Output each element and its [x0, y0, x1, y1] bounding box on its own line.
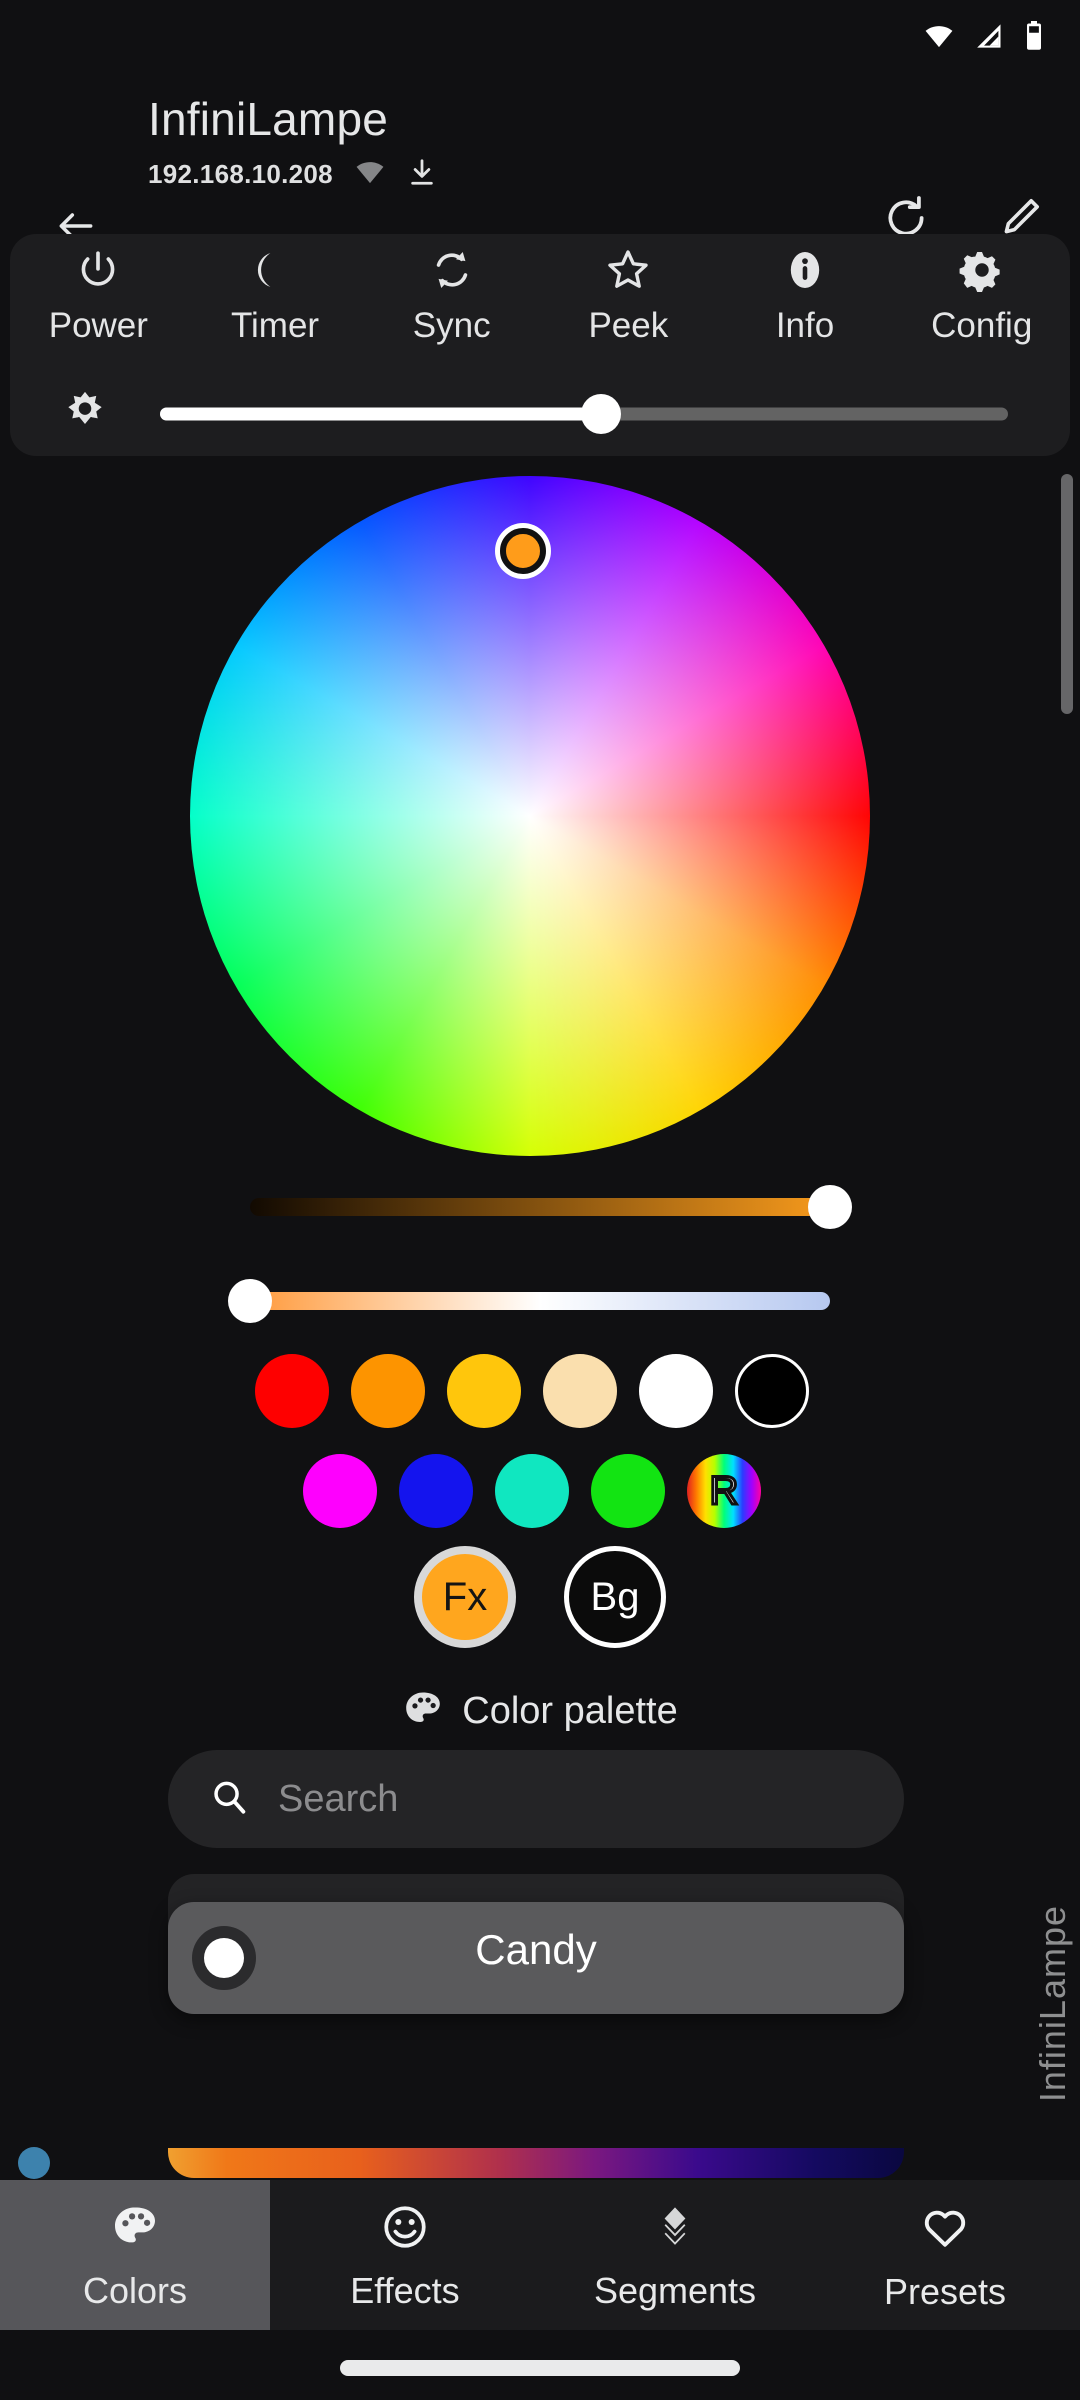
palette-gradient-preview: [168, 2148, 904, 2178]
sync-icon: [429, 244, 475, 296]
colors-panel: R Fx Bg Color palette Search Candy: [0, 466, 1080, 2186]
title-block: InfiniLampe 192.168.10.208: [148, 93, 437, 193]
toolbar-item-label: Info: [775, 306, 835, 345]
swatch-red[interactable]: [255, 1354, 329, 1428]
battery-icon: [1024, 21, 1044, 51]
heart-icon: [919, 2201, 971, 2258]
bg-slot-button[interactable]: Bg: [564, 1546, 666, 1648]
toolbar-item-sync[interactable]: Sync: [363, 244, 540, 343]
search-icon: [208, 1776, 250, 1823]
nav-item-label: Presets: [883, 2270, 1007, 2312]
layers-icon: [650, 2202, 700, 2257]
toolbar-item-label: Peek: [588, 306, 669, 345]
cellular-signal-icon: [974, 22, 1006, 50]
nav-item-segments[interactable]: Segments: [540, 2180, 810, 2330]
swatch-row-secondary: R: [303, 1454, 761, 1528]
swatch-turquoise[interactable]: [495, 1454, 569, 1528]
palette-list-item-candy[interactable]: Candy: [168, 1902, 904, 2014]
slider-thumb[interactable]: [580, 394, 621, 434]
palette-icon: [110, 2202, 160, 2257]
toolbar-item-power[interactable]: Power: [10, 244, 187, 343]
wifi-icon: [922, 22, 956, 50]
slider-track: [250, 1292, 830, 1310]
color-wheel[interactable]: [190, 476, 870, 1156]
slider-fill: [160, 407, 601, 421]
info-icon: [782, 244, 828, 296]
slider-thumb[interactable]: [808, 1185, 852, 1229]
swatch-random-label: R: [708, 1467, 740, 1514]
search-input[interactable]: Search: [278, 1778, 398, 1821]
app-bar: InfiniLampe 192.168.10.208: [0, 72, 1080, 239]
home-indicator: [340, 2360, 740, 2376]
nav-item-presets[interactable]: Presets: [810, 2180, 1080, 2330]
nav-item-effects[interactable]: Effects: [270, 2180, 540, 2330]
device-subtitle: 192.168.10.208: [148, 156, 437, 193]
swatch-row-primary: [255, 1354, 809, 1428]
toolbar-item-timer[interactable]: Timer: [187, 244, 364, 343]
swatch-green[interactable]: [591, 1454, 665, 1528]
brightness-slider[interactable]: [160, 391, 1008, 437]
gear-icon: [959, 244, 1005, 296]
device-toolbar: Power Timer Sync Peek Info Config: [10, 234, 1070, 456]
brightness-icon: [10, 389, 160, 439]
swatch-magenta[interactable]: [303, 1454, 377, 1528]
fx-slot-button[interactable]: Fx: [414, 1546, 516, 1648]
toolbar-item-label: Timer: [230, 306, 320, 345]
moon-icon: [252, 244, 298, 296]
toolbar-item-label: Power: [48, 306, 148, 345]
toolbar-item-peek[interactable]: Peek: [540, 244, 717, 343]
device-ip: 192.168.10.208: [148, 158, 333, 189]
value-slider[interactable]: [250, 1184, 852, 1230]
color-palette-title: Color palette: [462, 1690, 678, 1732]
nav-item-colors[interactable]: Colors: [0, 2180, 270, 2330]
scrollbar-thumb[interactable]: [1061, 474, 1073, 714]
swatch-amber[interactable]: [447, 1354, 521, 1428]
brand-watermark: InfiniLampe: [1032, 1905, 1073, 2103]
swatch-white[interactable]: [639, 1354, 713, 1428]
slot-buttons: Fx Bg: [0, 1546, 1080, 1648]
swatch-black[interactable]: [735, 1354, 809, 1428]
toolbar-items: Power Timer Sync Peek Info Config: [10, 244, 1070, 364]
toolbar-item-info[interactable]: Info: [717, 244, 894, 343]
star-icon: [604, 244, 652, 296]
app-screen: InfiniLampe 192.168.10.208 Power Timer S…: [0, 0, 1080, 2400]
page-title: InfiniLampe: [148, 93, 389, 145]
power-icon: [75, 244, 121, 296]
palette-name: Candy: [475, 1926, 597, 1973]
palette-search[interactable]: Search: [168, 1750, 904, 1848]
color-palette-header: Color palette: [0, 1688, 1080, 1735]
nav-item-label: Effects: [350, 2269, 460, 2311]
color-wheel-surface[interactable]: [190, 476, 870, 1156]
toolbar-item-config[interactable]: Config: [893, 244, 1070, 343]
slider-thumb[interactable]: [228, 1279, 272, 1323]
swatch-random[interactable]: R: [687, 1454, 761, 1528]
palette-icon: [402, 1688, 444, 1735]
drag-indicator-dot: [18, 2147, 50, 2179]
slider-track: [250, 1198, 830, 1216]
color-wheel-marker[interactable]: [500, 527, 547, 574]
smiley-icon: [380, 2202, 430, 2257]
brightness-row: [10, 384, 1070, 444]
nav-item-label: Segments: [593, 2269, 757, 2311]
swatch-peach[interactable]: [543, 1354, 617, 1428]
toolbar-item-label: Sync: [412, 306, 491, 345]
download-icon: [407, 156, 437, 193]
color-temperature-slider[interactable]: [228, 1278, 830, 1324]
wifi-icon: [353, 158, 387, 191]
bottom-navigation: Colors Effects Segments Presets: [0, 2180, 1080, 2330]
status-bar: [0, 0, 1080, 72]
toolbar-item-label: Config: [931, 306, 1033, 345]
swatch-orange[interactable]: [351, 1354, 425, 1428]
nav-item-label: Colors: [82, 2269, 188, 2311]
swatch-blue[interactable]: [399, 1454, 473, 1528]
